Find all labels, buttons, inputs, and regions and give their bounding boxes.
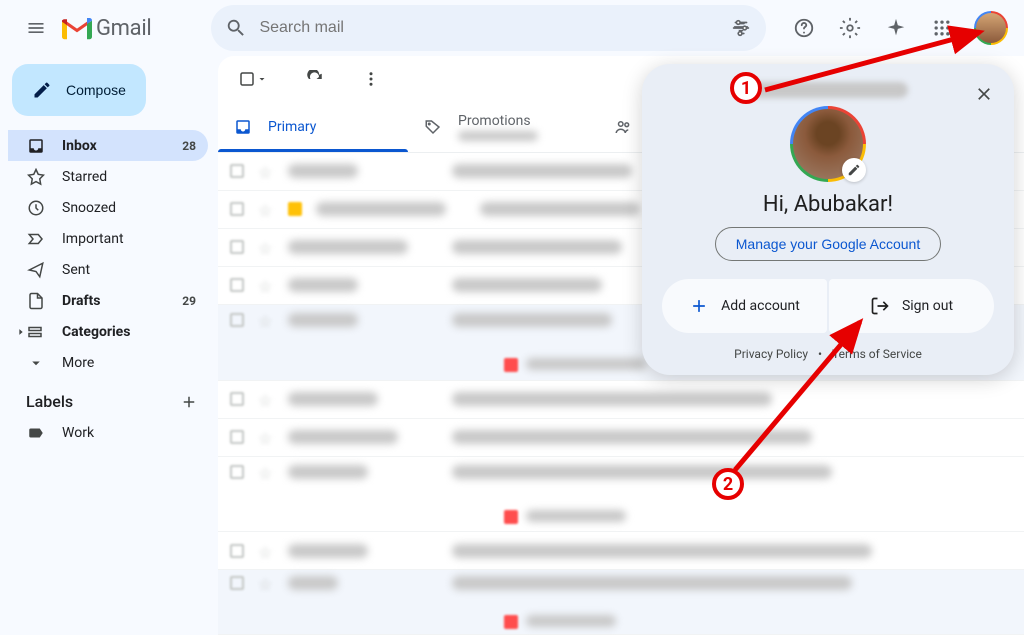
gmail-icon bbox=[62, 16, 92, 40]
nav-label: More bbox=[62, 355, 196, 371]
account-email bbox=[748, 82, 908, 98]
tab-label: Primary bbox=[268, 119, 316, 135]
add-account-label: Add account bbox=[721, 298, 800, 314]
sidebar-item-important[interactable]: Important bbox=[8, 223, 208, 254]
select-all-checkbox[interactable] bbox=[230, 62, 276, 96]
sidebar-item-sent[interactable]: Sent bbox=[8, 254, 208, 285]
sign-out-icon bbox=[870, 296, 890, 316]
labels-header: Labels bbox=[8, 378, 210, 417]
star-icon bbox=[26, 168, 46, 186]
nav-label: Inbox bbox=[62, 138, 182, 154]
chevron-down-icon bbox=[26, 354, 46, 372]
sidebar-label-work[interactable]: Work bbox=[8, 417, 208, 448]
label-icon bbox=[26, 424, 46, 442]
popup-avatar bbox=[790, 106, 866, 182]
inbox-tab-icon bbox=[234, 118, 252, 136]
email-row[interactable]: ☆ bbox=[218, 381, 1024, 419]
settings-button[interactable] bbox=[830, 8, 870, 48]
plus-icon bbox=[689, 296, 709, 316]
apps-grid-icon bbox=[932, 18, 952, 38]
sidebar-item-drafts[interactable]: Drafts 29 bbox=[8, 285, 208, 316]
gear-icon bbox=[839, 17, 861, 39]
categories-icon bbox=[14, 323, 46, 341]
nav-label: Categories bbox=[62, 324, 196, 340]
nav-label: Work bbox=[62, 425, 196, 441]
apps-button[interactable] bbox=[922, 8, 962, 48]
add-label-icon[interactable] bbox=[180, 393, 198, 411]
pencil-icon bbox=[847, 163, 861, 177]
account-avatar-button[interactable] bbox=[974, 11, 1008, 45]
nav-label: Snoozed bbox=[62, 200, 196, 216]
inbox-icon bbox=[26, 137, 46, 155]
privacy-link[interactable]: Privacy Policy bbox=[734, 347, 808, 361]
nav-label: Starred bbox=[62, 169, 196, 185]
gemini-button[interactable] bbox=[876, 8, 916, 48]
sidebar-item-starred[interactable]: Starred bbox=[8, 161, 208, 192]
email-row[interactable]: ☆ bbox=[218, 532, 1024, 570]
main-menu-button[interactable] bbox=[14, 6, 58, 50]
edit-avatar-button[interactable] bbox=[842, 158, 866, 182]
tab-promotions[interactable]: Promotions bbox=[408, 102, 598, 152]
labels-title: Labels bbox=[26, 392, 73, 411]
search-bar[interactable] bbox=[211, 5, 766, 51]
search-icon bbox=[225, 17, 247, 39]
email-row[interactable]: ☆ bbox=[218, 570, 1024, 635]
tag-icon bbox=[424, 118, 442, 136]
gmail-logo[interactable]: Gmail bbox=[62, 16, 151, 41]
drafts-icon bbox=[26, 292, 46, 310]
hamburger-icon bbox=[26, 18, 46, 38]
close-icon bbox=[974, 84, 994, 104]
sidebar-item-more[interactable]: More bbox=[8, 347, 208, 378]
sidebar: Compose Inbox 28 Starred Snoozed Importa… bbox=[0, 56, 218, 635]
nav-badge: 28 bbox=[182, 139, 196, 153]
sidebar-item-snoozed[interactable]: Snoozed bbox=[8, 192, 208, 223]
header: Gmail bbox=[0, 0, 1024, 56]
header-icons bbox=[784, 8, 1008, 48]
tab-label: Promotions bbox=[458, 113, 538, 129]
tab-social[interactable] bbox=[598, 102, 648, 152]
more-button[interactable] bbox=[354, 62, 388, 96]
sign-out-button[interactable]: Sign out bbox=[829, 279, 994, 333]
search-input[interactable] bbox=[259, 19, 730, 37]
terms-link[interactable]: Terms of Service bbox=[832, 347, 922, 361]
refresh-button[interactable] bbox=[298, 62, 332, 96]
annotation-step-1: 1 bbox=[730, 72, 762, 104]
sidebar-item-inbox[interactable]: Inbox 28 bbox=[8, 130, 208, 161]
email-row[interactable]: ☆ bbox=[218, 419, 1024, 457]
app-name: Gmail bbox=[96, 16, 151, 41]
people-icon bbox=[614, 118, 632, 136]
sent-icon bbox=[26, 261, 46, 279]
compose-button[interactable]: Compose bbox=[12, 64, 146, 116]
nav-label: Sent bbox=[62, 262, 196, 278]
annotation-step-2: 2 bbox=[712, 468, 744, 500]
important-icon bbox=[26, 230, 46, 248]
manage-account-button[interactable]: Manage your Google Account bbox=[715, 227, 941, 261]
sidebar-item-categories[interactable]: Categories bbox=[8, 316, 208, 347]
compose-label: Compose bbox=[66, 82, 126, 98]
account-popup: Hi, Abubakar! Manage your Google Account… bbox=[642, 64, 1014, 375]
greeting-text: Hi, Abubakar! bbox=[662, 192, 994, 217]
sparkle-icon bbox=[885, 17, 907, 39]
search-options-icon[interactable] bbox=[730, 17, 752, 39]
add-account-button[interactable]: Add account bbox=[662, 279, 827, 333]
clock-icon bbox=[26, 199, 46, 217]
nav-label: Drafts bbox=[62, 293, 182, 309]
sign-out-label: Sign out bbox=[902, 298, 953, 314]
tab-primary[interactable]: Primary bbox=[218, 102, 408, 152]
support-button[interactable] bbox=[784, 8, 824, 48]
popup-footer: Privacy Policy • Terms of Service bbox=[662, 347, 994, 361]
nav-label: Important bbox=[62, 231, 196, 247]
help-icon bbox=[793, 17, 815, 39]
email-row[interactable]: ☆ bbox=[218, 457, 1024, 533]
nav-badge: 29 bbox=[182, 294, 196, 308]
pencil-icon bbox=[32, 80, 52, 100]
